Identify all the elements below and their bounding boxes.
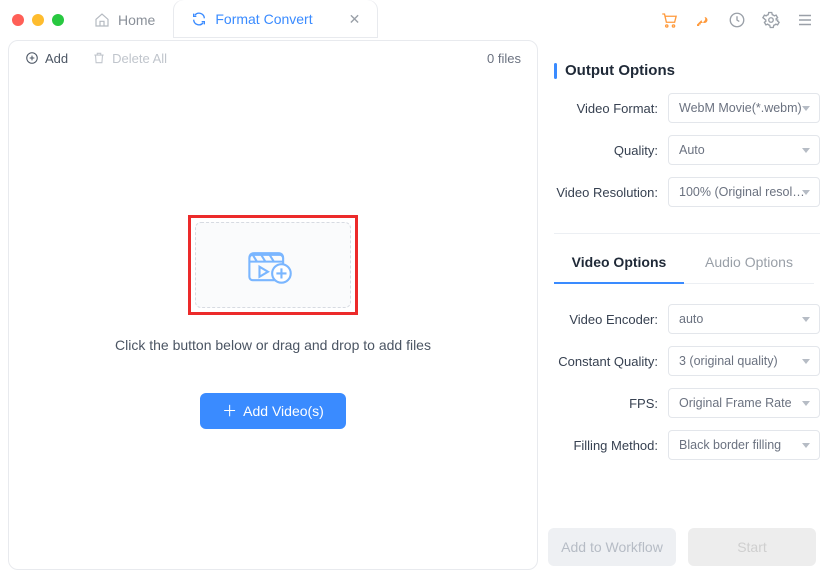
- encoder-label: Video Encoder:: [548, 312, 668, 327]
- history-icon[interactable]: [728, 11, 746, 29]
- subtab-video-label: Video Options: [572, 254, 667, 270]
- encoder-select[interactable]: auto: [668, 304, 820, 334]
- delete-all-button[interactable]: Delete All: [92, 51, 167, 66]
- file-area-panel: Add Delete All 0 files: [8, 40, 538, 570]
- trash-icon: [92, 51, 106, 65]
- dropzone[interactable]: Click the button below or drag and drop …: [9, 75, 537, 569]
- add-button[interactable]: Add: [25, 51, 68, 66]
- tab-home-label: Home: [118, 12, 155, 28]
- cq-label: Constant Quality:: [548, 354, 668, 369]
- tab-active-label: Format Convert: [215, 11, 312, 27]
- clapper-play-add-icon: [246, 244, 300, 286]
- add-videos-button[interactable]: ＋ Add Video(s): [200, 393, 346, 429]
- fullscreen-window-icon[interactable]: [52, 14, 64, 26]
- quality-label: Quality:: [548, 143, 668, 158]
- add-videos-label: Add Video(s): [243, 403, 324, 419]
- topbar-utility-icons: [660, 11, 820, 29]
- dropzone-hint-text: Click the button below or drag and drop …: [115, 337, 431, 353]
- fps-label: FPS:: [548, 396, 668, 411]
- bottom-actions: Add to Workflow Start: [548, 528, 820, 570]
- video-format-label: Video Format:: [548, 101, 668, 116]
- add-button-label: Add: [45, 51, 68, 66]
- key-icon[interactable]: [694, 11, 712, 29]
- home-icon: [94, 12, 110, 28]
- plus-circle-icon: [25, 51, 39, 65]
- settings-gear-icon[interactable]: [762, 11, 780, 29]
- subtab-audio-label: Audio Options: [705, 254, 793, 270]
- close-window-icon[interactable]: [12, 14, 24, 26]
- options-subtabs: Video Options Audio Options: [554, 244, 814, 284]
- menu-icon[interactable]: [796, 11, 814, 29]
- cart-icon[interactable]: [660, 11, 678, 29]
- file-toolbar: Add Delete All 0 files: [9, 41, 537, 75]
- subtab-audio-options[interactable]: Audio Options: [684, 244, 814, 283]
- title-accent-bar: [554, 63, 557, 79]
- fill-select[interactable]: Black border filling: [668, 430, 820, 460]
- delete-all-label: Delete All: [112, 51, 167, 66]
- video-format-select[interactable]: WebM Movie(*.webm): [668, 93, 820, 123]
- tab-format-convert[interactable]: Format Convert ✕: [173, 0, 378, 40]
- fps-select[interactable]: Original Frame Rate: [668, 388, 820, 418]
- file-count: 0 files: [487, 51, 521, 66]
- add-to-workflow-button[interactable]: Add to Workflow: [548, 528, 676, 566]
- resolution-select[interactable]: 100% (Original resol…: [668, 177, 820, 207]
- options-panel: Output Options Video Format: WebM Movie(…: [548, 40, 820, 570]
- cq-select[interactable]: 3 (original quality): [668, 346, 820, 376]
- fill-label: Filling Method:: [548, 438, 668, 453]
- subtab-video-options[interactable]: Video Options: [554, 244, 684, 284]
- start-button[interactable]: Start: [688, 528, 816, 566]
- title-bar: Home Format Convert ✕: [0, 0, 828, 40]
- tab-home[interactable]: Home: [76, 0, 173, 40]
- divider: [554, 233, 820, 234]
- output-options-label: Output Options: [565, 62, 675, 79]
- dropzone-highlight-frame: [188, 215, 358, 315]
- quality-select[interactable]: Auto: [668, 135, 820, 165]
- minimize-window-icon[interactable]: [32, 14, 44, 26]
- plus-icon: ＋: [222, 404, 237, 419]
- close-tab-icon[interactable]: ✕: [349, 12, 361, 26]
- output-options-title: Output Options: [554, 62, 820, 79]
- resolution-label: Video Resolution:: [548, 185, 668, 200]
- dropzone-inner: [195, 222, 351, 308]
- window-traffic-lights: [0, 14, 76, 26]
- refresh-icon: [191, 11, 207, 27]
